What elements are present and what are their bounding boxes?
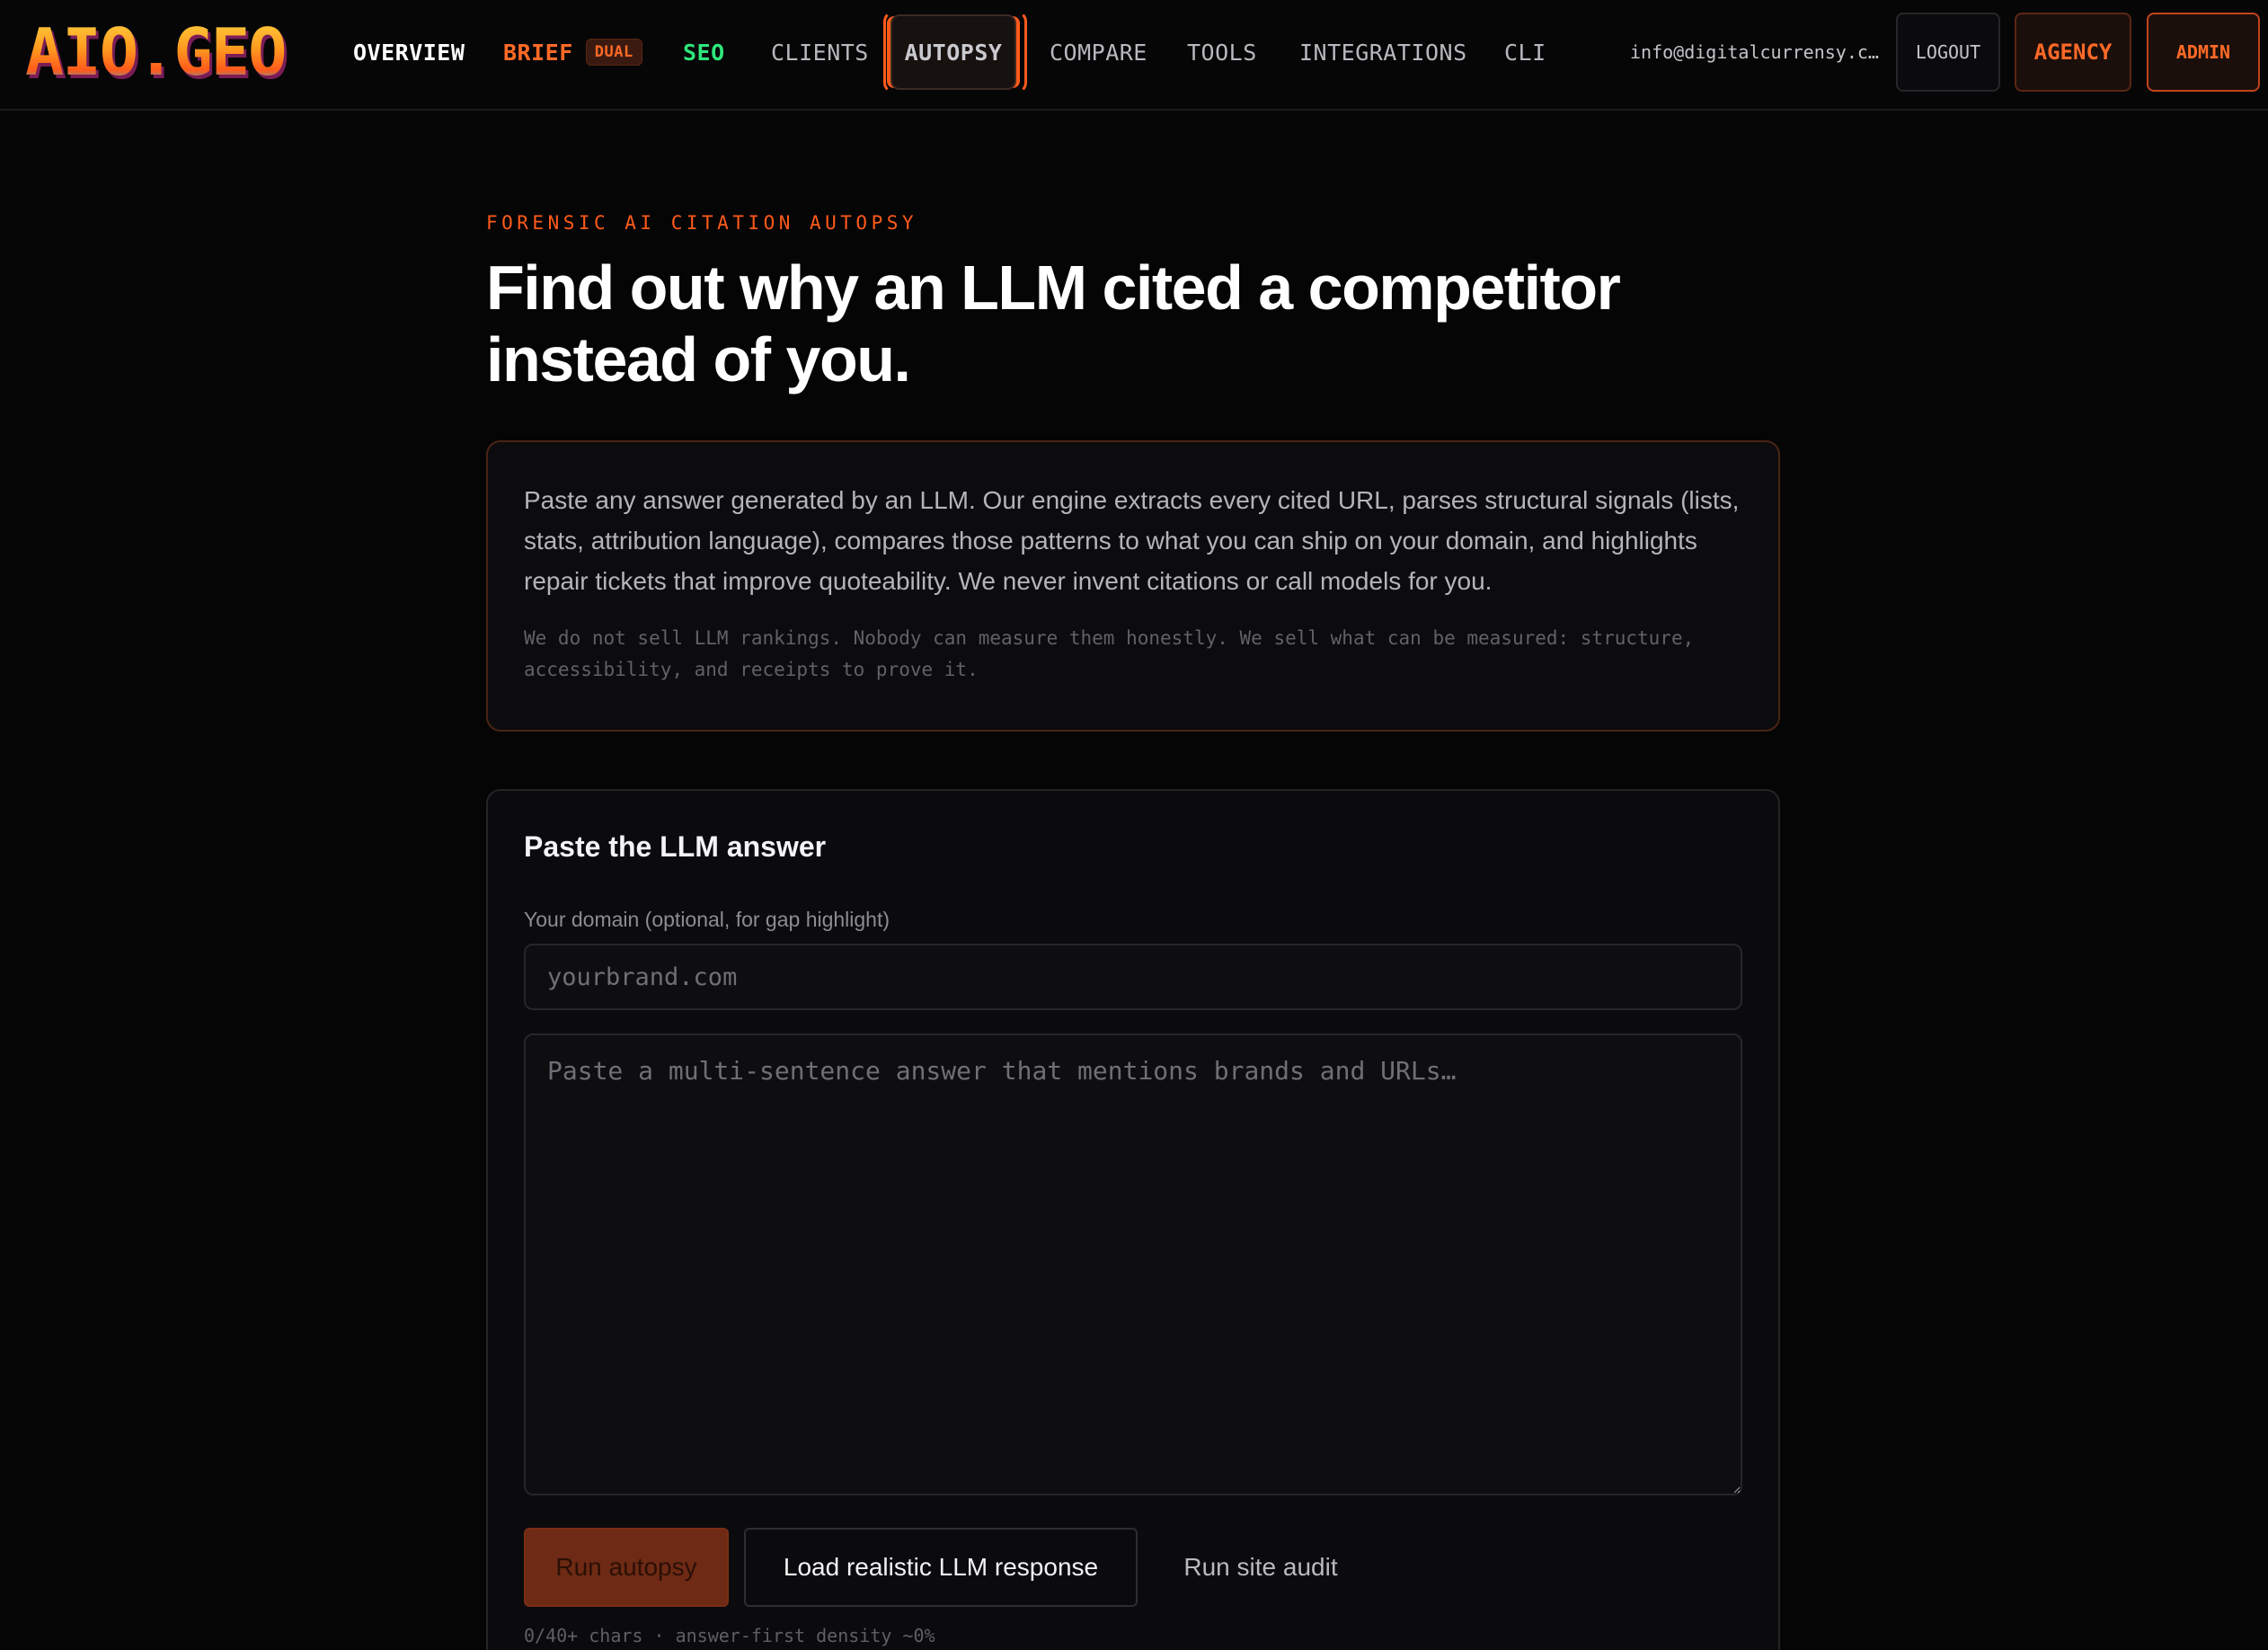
- domain-input[interactable]: [524, 944, 1742, 1010]
- nav-cli[interactable]: CLI: [1504, 27, 1546, 77]
- admin-button[interactable]: ADMIN: [2147, 13, 2260, 92]
- autopsy-form-card: Paste the LLM answer Your domain (option…: [486, 789, 1780, 1650]
- nav-tools[interactable]: TOOLS: [1187, 27, 1257, 77]
- agency-button[interactable]: AGENCY: [2015, 13, 2131, 92]
- dual-badge: DUAL: [585, 39, 642, 66]
- nav-autopsy[interactable]: AUTOPSY: [890, 14, 1016, 90]
- domain-field-label: Your domain (optional, for gap highlight…: [524, 908, 890, 931]
- nav-integrations[interactable]: INTEGRATIONS: [1299, 27, 1467, 77]
- nav-brief-label: BRIEF: [503, 39, 573, 66]
- nav-clients[interactable]: CLIENTS: [771, 27, 869, 77]
- character-count-status: 0/40+ chars · answer-first density ~0%: [524, 1625, 935, 1646]
- brand-logo[interactable]: AIO.GEO: [25, 14, 287, 90]
- load-sample-button[interactable]: Load realistic LLM response: [744, 1528, 1138, 1607]
- nav-overview[interactable]: OVERVIEW: [353, 27, 465, 77]
- top-navigation: AIO.GEO OVERVIEW BRIEF DUAL SEO CLIENTS …: [0, 0, 2268, 111]
- intro-disclaimer: We do not sell LLM rankings. Nobody can …: [524, 627, 1695, 680]
- logout-button[interactable]: LOGOUT: [1896, 13, 2000, 92]
- intro-description: Paste any answer generated by an LLM. Ou…: [524, 486, 1740, 595]
- intro-card: Paste any answer generated by an LLM. Ou…: [486, 440, 1780, 732]
- form-title: Paste the LLM answer: [524, 830, 827, 863]
- page-title: Find out why an LLM cited a competitor i…: [486, 253, 1621, 395]
- account-email: info@digitalcurrensy.c…: [1630, 41, 1879, 63]
- run-autopsy-button[interactable]: Run autopsy: [524, 1528, 729, 1607]
- page-eyebrow: FORENSIC AI CITATION AUTOPSY: [486, 212, 918, 234]
- llm-answer-textarea[interactable]: [524, 1033, 1742, 1495]
- run-site-audit-button[interactable]: Run site audit: [1153, 1528, 1369, 1607]
- nav-brief[interactable]: BRIEF DUAL: [503, 27, 642, 77]
- nav-compare[interactable]: COMPARE: [1050, 27, 1147, 77]
- nav-seo[interactable]: SEO: [683, 27, 725, 77]
